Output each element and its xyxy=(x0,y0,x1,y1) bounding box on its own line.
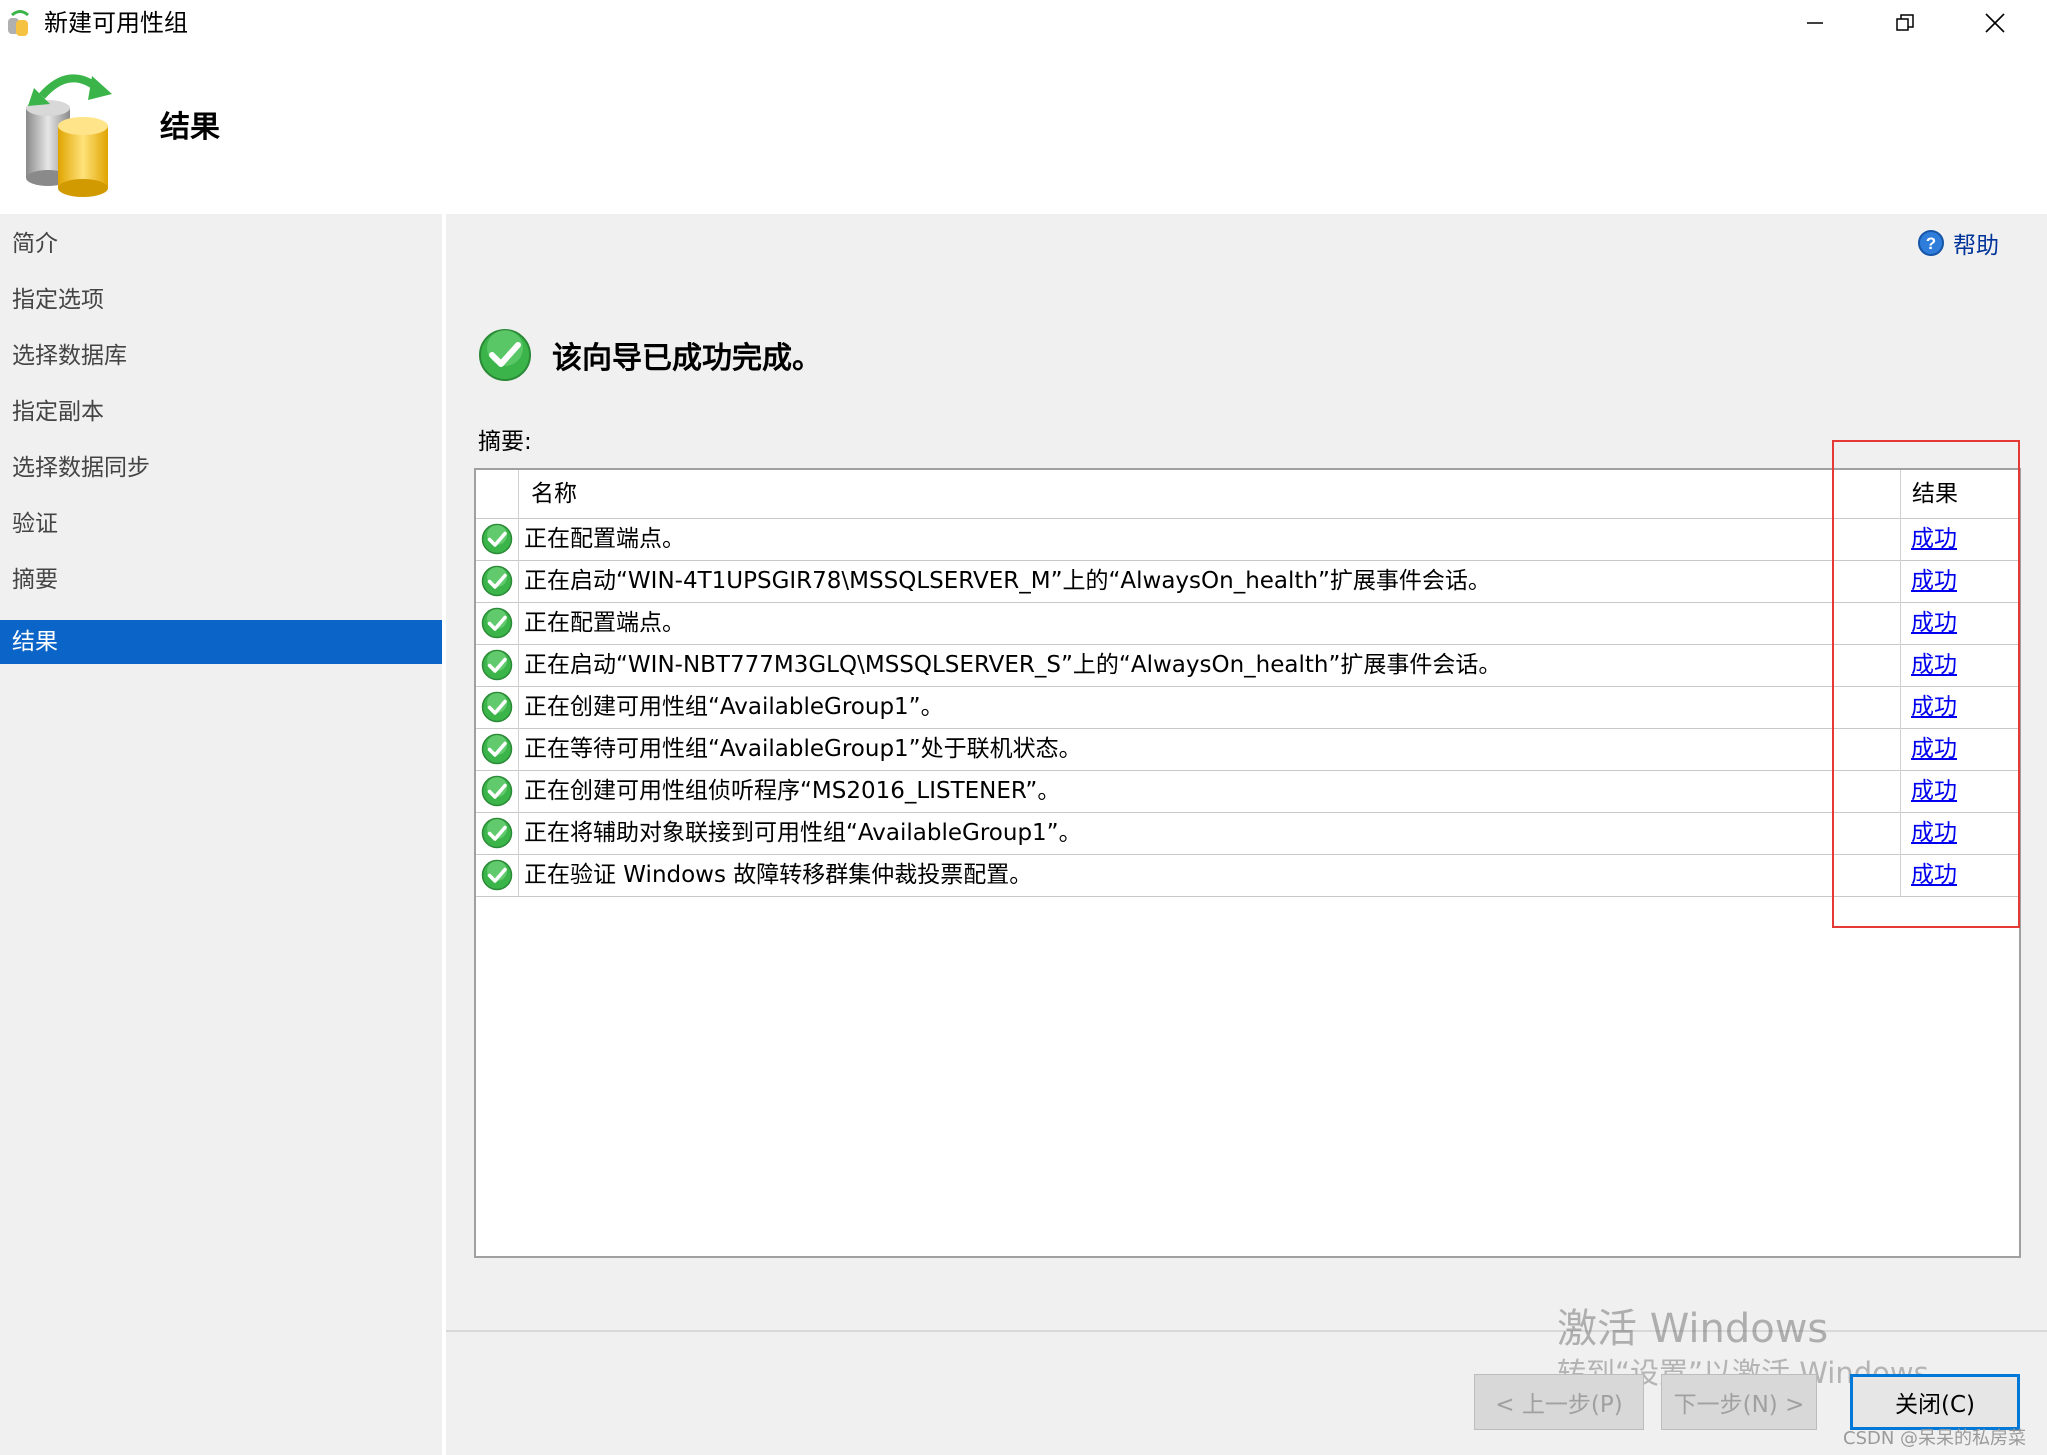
table-row[interactable]: 正在配置端点。 成功 xyxy=(476,518,2019,561)
column-divider xyxy=(518,470,519,518)
sidebar-item-options[interactable]: 指定选项 xyxy=(0,278,442,322)
success-check-icon xyxy=(479,329,531,381)
success-check-icon xyxy=(481,523,513,555)
row-name: 正在等待可用性组“AvailableGroup1”处于联机状态。 xyxy=(524,736,1082,762)
table-row[interactable]: 正在将辅助对象联接到可用性组“AvailableGroup1”。 成功 xyxy=(476,812,2019,855)
row-status-cell xyxy=(476,770,519,812)
success-check-icon xyxy=(481,565,513,597)
success-check-icon xyxy=(481,859,513,891)
success-check-icon xyxy=(481,607,513,639)
row-status-cell xyxy=(476,812,519,854)
table-row[interactable]: 正在创建可用性组侦听程序“MS2016_LISTENER”。 成功 xyxy=(476,770,2019,813)
row-status-cell xyxy=(476,686,519,728)
success-check-icon xyxy=(481,775,513,807)
table-row[interactable]: 正在等待可用性组“AvailableGroup1”处于联机状态。 成功 xyxy=(476,728,2019,771)
sidebar-item-replicas[interactable]: 指定副本 xyxy=(0,390,442,434)
row-status-cell xyxy=(476,728,519,770)
minimize-icon xyxy=(1807,22,1823,24)
summary-label: 摘要: xyxy=(478,429,532,455)
highlight-annotation-box xyxy=(1832,440,2020,928)
table-row[interactable]: 正在启动“WIN-4T1UPSGIR78\MSSQLSERVER_M”上的“Al… xyxy=(476,560,2019,603)
window-title: 新建可用性组 xyxy=(44,9,188,37)
success-check-icon xyxy=(481,691,513,723)
row-name: 正在创建可用性组“AvailableGroup1”。 xyxy=(524,694,944,720)
wizard-steps-sidebar: 简介 指定选项 选择数据库 指定副本 选择数据同步 验证 摘要 结果 xyxy=(0,214,442,1455)
row-status-cell xyxy=(476,518,519,560)
row-name: 正在启动“WIN-NBT777M3GLQ\MSSQLSERVER_S”上的“Al… xyxy=(524,652,1502,678)
restore-icon xyxy=(1896,14,1914,31)
table-header: 名称 结果 xyxy=(476,470,2019,519)
row-status-cell xyxy=(476,602,519,644)
title-bar: 新建可用性组 xyxy=(0,0,2047,46)
completion-status: 该向导已成功完成。 xyxy=(478,328,822,382)
row-name: 正在配置端点。 xyxy=(524,610,685,636)
close-icon xyxy=(1985,13,2005,33)
success-check-icon xyxy=(481,733,513,765)
sidebar-item-summary[interactable]: 摘要 xyxy=(0,558,442,602)
sidebar-item-intro[interactable]: 简介 xyxy=(0,222,442,266)
help-icon: ? xyxy=(1918,230,1944,256)
restore-button[interactable] xyxy=(1860,0,1950,46)
row-status-cell xyxy=(476,644,519,686)
minimize-button[interactable] xyxy=(1770,0,1860,46)
table-row[interactable]: 正在配置端点。 成功 xyxy=(476,602,2019,645)
success-message: 该向导已成功完成。 xyxy=(552,341,822,376)
row-name: 正在配置端点。 xyxy=(524,526,685,552)
table-row[interactable]: 正在启动“WIN-NBT777M3GLQ\MSSQLSERVER_S”上的“Al… xyxy=(476,644,2019,687)
success-check-icon xyxy=(481,817,513,849)
source-watermark: CSDN @呆呆的私房菜 xyxy=(1843,1428,2027,1449)
sidebar-item-data-sync[interactable]: 选择数据同步 xyxy=(0,446,442,490)
row-name: 正在将辅助对象联接到可用性组“AvailableGroup1”。 xyxy=(524,820,1082,846)
sidebar-item-results[interactable]: 结果 xyxy=(0,620,442,664)
column-header-name[interactable]: 名称 xyxy=(531,470,577,518)
wizard-header: 结果 xyxy=(0,46,2047,214)
success-check-icon xyxy=(481,649,513,681)
previous-button[interactable]: < 上一步(P) xyxy=(1474,1374,1644,1430)
main-panel: ? 帮助 该向导已成功完成。 摘要: 名称 结果 正在配置端点。 成功正在启动“W… xyxy=(446,214,2047,1455)
svg-text:?: ? xyxy=(1926,234,1936,253)
sidebar-item-databases[interactable]: 选择数据库 xyxy=(0,334,442,378)
close-button[interactable]: 关闭(C) xyxy=(1850,1374,2020,1430)
app-icon xyxy=(8,10,29,36)
next-button[interactable]: 下一步(N) > xyxy=(1661,1374,1817,1430)
help-label: 帮助 xyxy=(1953,233,1999,259)
availability-group-icon xyxy=(26,74,112,197)
row-name: 正在启动“WIN-4T1UPSGIR78\MSSQLSERVER_M”上的“Al… xyxy=(524,568,1491,594)
close-window-button[interactable] xyxy=(1950,0,2040,46)
row-status-cell xyxy=(476,560,519,602)
results-table[interactable]: 名称 结果 正在配置端点。 成功正在启动“WIN-4T1UPSGIR78\MSSQ… xyxy=(474,468,2021,1258)
row-name: 正在验证 Windows 故障转移群集仲裁投票配置。 xyxy=(524,862,1033,888)
sidebar-item-validation[interactable]: 验证 xyxy=(0,502,442,546)
table-row[interactable]: 正在验证 Windows 故障转移群集仲裁投票配置。 成功 xyxy=(476,854,2019,897)
help-link[interactable]: ? 帮助 xyxy=(1917,226,1999,260)
row-status-cell xyxy=(476,854,519,896)
page-title: 结果 xyxy=(160,110,220,145)
row-name: 正在创建可用性组侦听程序“MS2016_LISTENER”。 xyxy=(524,778,1061,804)
table-row[interactable]: 正在创建可用性组“AvailableGroup1”。 成功 xyxy=(476,686,2019,729)
activation-watermark-title: 激活 Windows xyxy=(1557,1306,1829,1352)
